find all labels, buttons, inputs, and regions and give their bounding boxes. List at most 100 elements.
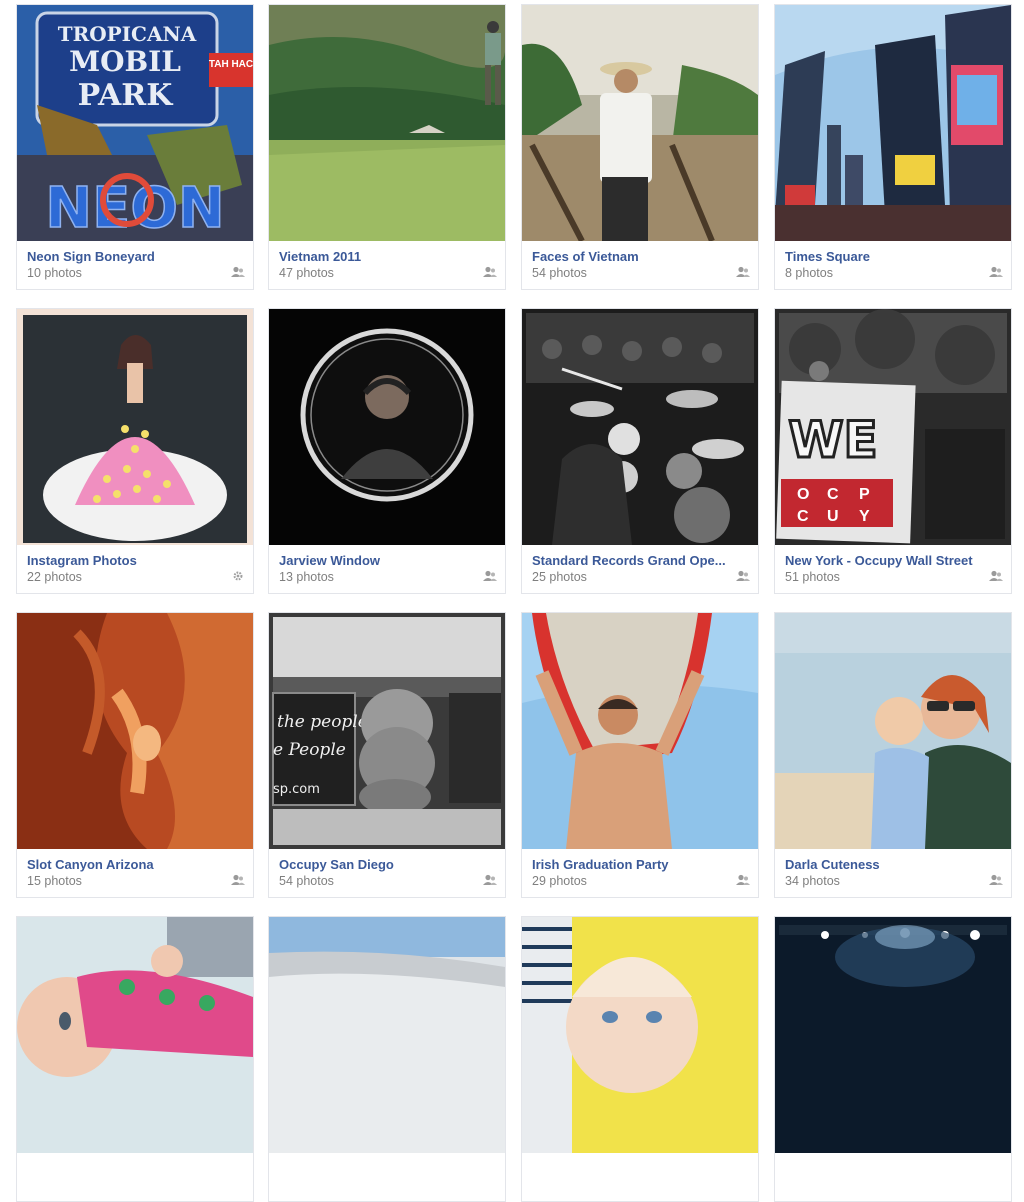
album-cover[interactable] <box>269 309 505 545</box>
album-caption: Vietnam 2011 47 photos <box>269 241 505 289</box>
album-photo-count: 29 photos <box>532 874 587 888</box>
album-title-link[interactable]: Times Square <box>785 249 985 265</box>
album-cover[interactable] <box>522 613 758 849</box>
standard-records-drummer-photo <box>522 309 758 545</box>
friends-icon[interactable] <box>231 874 245 886</box>
svg-text:MOBIL: MOBIL <box>69 45 181 78</box>
album-caption <box>522 1153 758 1201</box>
album-title-link[interactable]: Irish Graduation Party <box>532 857 732 873</box>
gear-icon[interactable] <box>231 570 245 582</box>
album-cover[interactable] <box>522 917 758 1153</box>
svg-text:O: O <box>797 486 809 503</box>
darla-cuteness-photo <box>775 613 1011 849</box>
album-title-link[interactable]: Standard Records Grand Ope... <box>532 553 732 569</box>
album-cover[interactable] <box>775 917 1011 1153</box>
album-photo-count: 34 photos <box>785 874 840 888</box>
album-caption: Jarview Window 13 photos <box>269 545 505 593</box>
friends-icon[interactable] <box>736 570 750 582</box>
album-card[interactable]: Darla Cuteness 34 photos <box>774 612 1012 898</box>
album-caption <box>775 1153 1011 1201</box>
album-card[interactable]: Standard Records Grand Ope... 25 photos <box>521 308 759 594</box>
album-photo-count: 54 photos <box>532 266 587 280</box>
slot-canyon-photo <box>17 613 253 849</box>
svg-text:sp.com: sp.com <box>273 782 320 797</box>
svg-text:C: C <box>797 508 809 525</box>
album-title-link[interactable]: Instagram Photos <box>27 553 227 569</box>
album-photo-count: 8 photos <box>785 266 833 280</box>
album-cover[interactable] <box>775 613 1011 849</box>
friends-icon[interactable] <box>989 570 1003 582</box>
svg-text:C: C <box>827 486 839 503</box>
friends-icon[interactable] <box>231 266 245 278</box>
album-card[interactable] <box>16 916 254 1202</box>
album-title-link[interactable]: Faces of Vietnam <box>532 249 732 265</box>
album-title-link[interactable]: Occupy San Diego <box>279 857 479 873</box>
album-photo-count: 25 photos <box>532 570 587 584</box>
album-card[interactable]: Jarview Window 13 photos <box>268 308 506 594</box>
album-card[interactable]: Vietnam 2011 47 photos <box>268 4 506 290</box>
album-grid: TROPICANA MOBIL PARK TAH HAC NEON Neon S… <box>0 0 1024 1202</box>
album-card[interactable] <box>774 916 1012 1202</box>
album-title-link[interactable]: Vietnam 2011 <box>279 249 479 265</box>
friends-icon[interactable] <box>483 266 497 278</box>
album-photo-count: 15 photos <box>27 874 82 888</box>
album-title-link[interactable]: New York - Occupy Wall Street <box>785 553 985 569</box>
album-cover[interactable] <box>269 5 505 241</box>
svg-text:PARK: PARK <box>78 78 174 113</box>
album-title-link[interactable]: Neon Sign Boneyard <box>27 249 227 265</box>
svg-text:P: P <box>859 486 870 503</box>
album-card[interactable] <box>521 916 759 1202</box>
svg-text:Y: Y <box>859 508 870 525</box>
album-photo-count: 47 photos <box>279 266 334 280</box>
friends-icon[interactable] <box>736 266 750 278</box>
neon-boneyard-photo: TROPICANA MOBIL PARK TAH HAC NEON <box>17 5 253 241</box>
album-caption: Neon Sign Boneyard 10 photos <box>17 241 253 289</box>
album-title-link[interactable]: Darla Cuteness <box>785 857 985 873</box>
album-caption: Occupy San Diego 54 photos <box>269 849 505 897</box>
album-cover[interactable] <box>17 613 253 849</box>
friends-icon[interactable] <box>736 874 750 886</box>
album-caption: Slot Canyon Arizona 15 photos <box>17 849 253 897</box>
album-caption: Standard Records Grand Ope... 25 photos <box>522 545 758 593</box>
album-cover[interactable] <box>522 5 758 241</box>
album-cover[interactable] <box>17 309 253 545</box>
svg-text:e People: e People <box>273 740 346 760</box>
album-photo-count: 10 photos <box>27 266 82 280</box>
svg-text:NEON: NEON <box>45 176 225 241</box>
album-photo-count: 22 photos <box>27 570 82 584</box>
album-title-link[interactable]: Slot Canyon Arizona <box>27 857 227 873</box>
occupy-wall-street-photo: WE O C P C U Y <box>775 309 1011 545</box>
album-card[interactable]: Faces of Vietnam 54 photos <box>521 4 759 290</box>
album-caption <box>269 1153 505 1201</box>
svg-text:WE: WE <box>788 411 877 469</box>
album-cover[interactable] <box>522 309 758 545</box>
album-cover[interactable]: WE O C P C U Y <box>775 309 1011 545</box>
album-card[interactable]: the people e People sp.com Occupy San Di… <box>268 612 506 898</box>
album-caption: Instagram Photos 22 photos <box>17 545 253 593</box>
occupy-san-diego-photo: the people e People sp.com <box>269 613 505 849</box>
album-card[interactable] <box>268 916 506 1202</box>
album-card[interactable]: WE O C P C U Y New York - Occupy Wall St… <box>774 308 1012 594</box>
album-card[interactable]: Instagram Photos 22 photos <box>16 308 254 594</box>
album-photo-count: 51 photos <box>785 570 840 584</box>
album-caption <box>17 1153 253 1201</box>
white-sands-photo <box>269 917 505 1153</box>
album-card[interactable]: Irish Graduation Party 29 photos <box>521 612 759 898</box>
friends-icon[interactable] <box>483 570 497 582</box>
album-cover[interactable]: TROPICANA MOBIL PARK TAH HAC NEON <box>17 5 253 241</box>
album-title-link[interactable]: Jarview Window <box>279 553 479 569</box>
album-cover[interactable] <box>775 5 1011 241</box>
friends-icon[interactable] <box>989 266 1003 278</box>
album-cover[interactable] <box>269 917 505 1153</box>
baby-portrait-photo <box>522 917 758 1153</box>
album-card[interactable]: Slot Canyon Arizona 15 photos <box>16 612 254 898</box>
friends-icon[interactable] <box>989 874 1003 886</box>
friends-icon[interactable] <box>483 874 497 886</box>
faces-of-vietnam-photo <box>522 5 758 241</box>
album-cover[interactable] <box>17 917 253 1153</box>
album-cover[interactable]: the people e People sp.com <box>269 613 505 849</box>
album-card[interactable]: TROPICANA MOBIL PARK TAH HAC NEON Neon S… <box>16 4 254 290</box>
album-caption: Faces of Vietnam 54 photos <box>522 241 758 289</box>
album-card[interactable]: Times Square 8 photos <box>774 4 1012 290</box>
album-photo-count: 13 photos <box>279 570 334 584</box>
